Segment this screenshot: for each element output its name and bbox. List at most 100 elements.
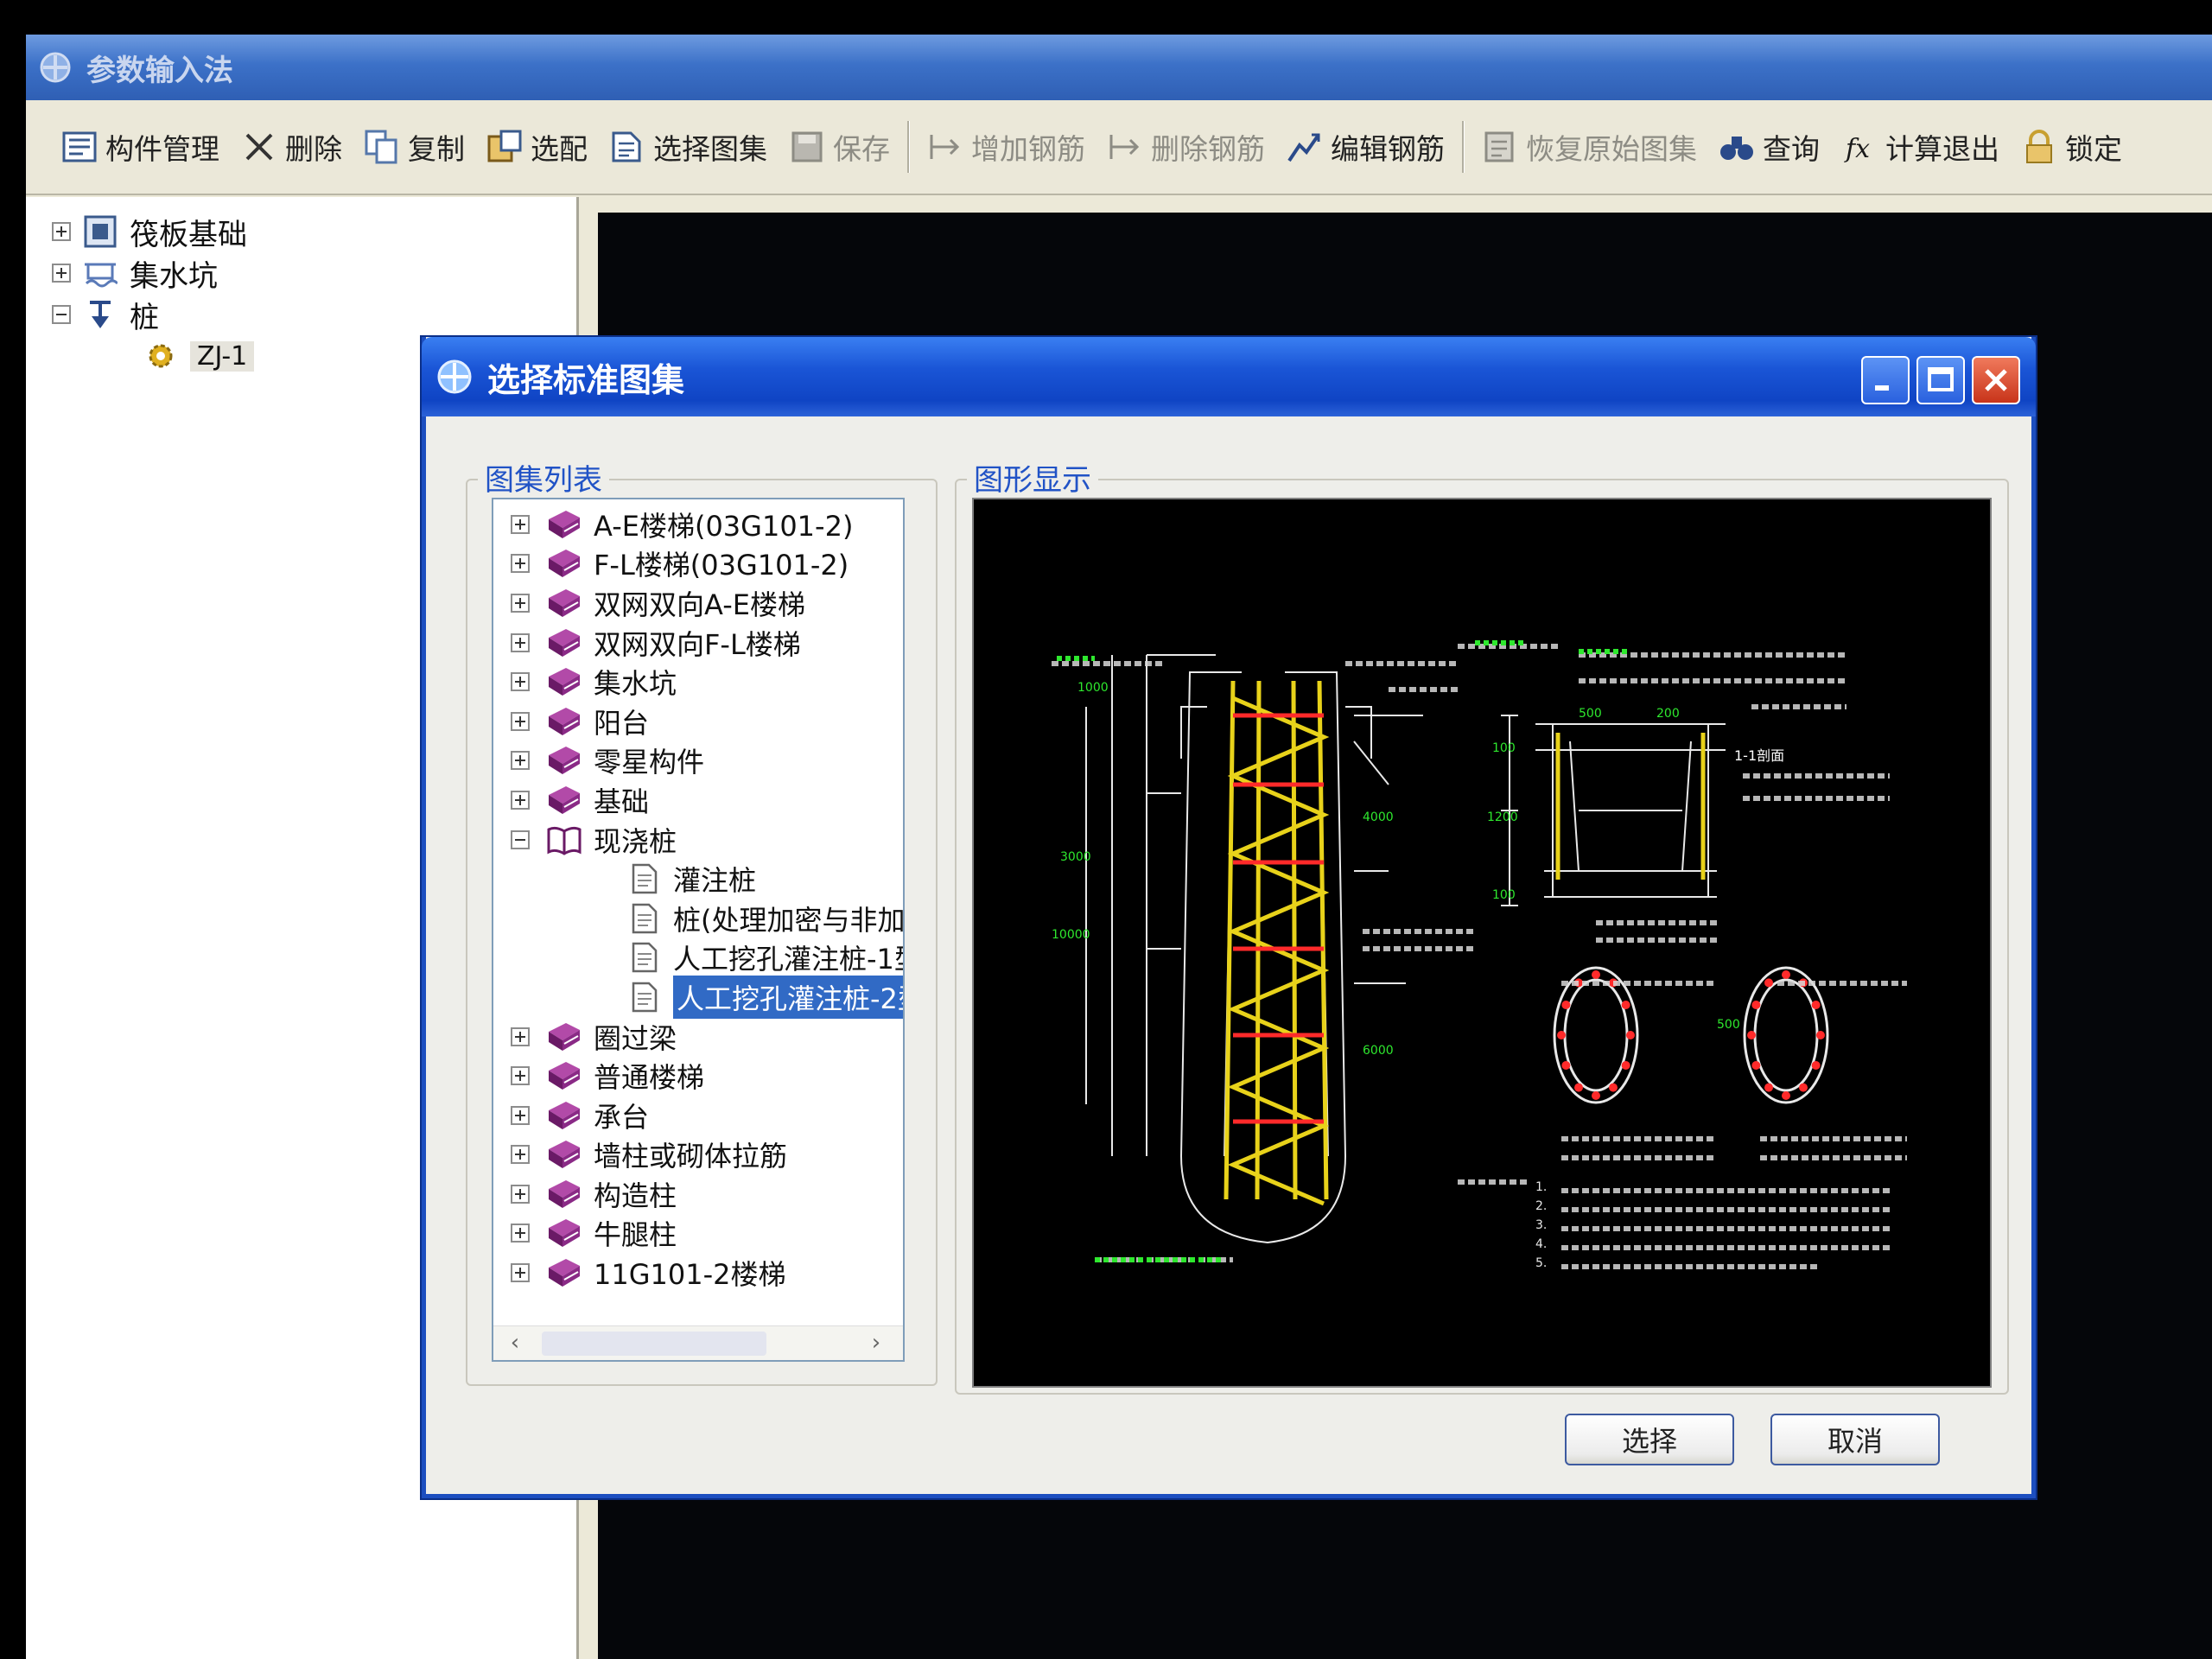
calculate-exit-button[interactable]: fx 计算退出 (1830, 117, 2010, 177)
rebar-dot (1592, 1091, 1600, 1100)
toolbar-label: 选配 (531, 132, 588, 166)
atlas-list-item[interactable]: 人工挖孔灌注桩-2型 (493, 975, 903, 1019)
rebar-dot (1764, 978, 1773, 988)
tree-item-label: 桩 (130, 300, 159, 335)
atlas-list-item[interactable]: 11G101-2楼梯 (493, 1253, 903, 1293)
rebar-dot (1561, 1061, 1571, 1070)
cancel-button[interactable]: 取消 (1770, 1414, 1940, 1465)
tree-item-pile[interactable]: 桩 (52, 294, 576, 335)
expand-icon[interactable] (511, 1027, 530, 1046)
minimize-button[interactable] (1861, 356, 1910, 404)
select-button[interactable]: 选择 (1565, 1414, 1734, 1465)
scroll-left-icon[interactable]: ‹ (502, 1330, 528, 1356)
rebar-dot (1764, 1083, 1773, 1092)
leader-lines (1052, 644, 1907, 1269)
atlas-list-item-label: F-L楼梯(03G101-2) (594, 549, 849, 582)
expand-icon[interactable] (511, 751, 530, 771)
maximize-icon (1928, 367, 1954, 391)
scroll-right-icon[interactable]: › (863, 1330, 889, 1356)
atlas-list-item[interactable]: 墙柱或砌体拉筋 (493, 1135, 903, 1175)
rebar-dot (1621, 1061, 1630, 1070)
atlas-list-item[interactable]: A-E楼梯(03G101-2) (493, 505, 903, 544)
rebar-dot (1557, 1031, 1566, 1039)
edit-rebar-button[interactable]: 编辑钢筋 (1275, 117, 1455, 177)
atlas-list-item[interactable]: 基础 (493, 780, 903, 820)
expand-icon[interactable] (511, 1184, 530, 1204)
save-button[interactable]: 保存 (778, 117, 900, 177)
atlas-list-item[interactable]: 桩(处理加密与非加 (493, 899, 903, 938)
dialog-titlebar: 选择标准图集 (422, 337, 2036, 416)
expand-icon[interactable] (511, 711, 530, 731)
collapse-icon[interactable] (511, 830, 530, 849)
delete-button[interactable]: 删除 (230, 117, 353, 177)
book-icon (549, 1179, 580, 1208)
delete-rebar-button[interactable]: 删除钢筋 (1096, 117, 1275, 177)
select-match-button[interactable]: 选配 (475, 117, 598, 177)
open-book-icon (547, 826, 582, 855)
atlas-list-item[interactable]: F-L楼梯(03G101-2) (493, 544, 903, 584)
add-rebar-button[interactable]: 增加钢筋 (916, 117, 1096, 177)
plan-dim-5: 200 (1656, 707, 1680, 721)
atlas-list-item[interactable]: 双网双向A-E楼梯 (493, 583, 903, 623)
expand-icon[interactable] (52, 264, 71, 283)
atlas-list-group-label: 图集列表 (478, 456, 609, 499)
atlas-list-tree[interactable]: A-E楼梯(03G101-2) F-L楼梯(03G101-2) 双网双向A-E楼梯双… (492, 498, 905, 1362)
select-atlas-button[interactable]: 选择图集 (598, 117, 778, 177)
expand-icon[interactable] (511, 1263, 530, 1283)
component-manager-button[interactable]: 构件管理 (50, 117, 230, 177)
atlas-list-item[interactable]: 零星构件 (493, 741, 903, 781)
document-icon (632, 863, 658, 894)
restore-atlas-button[interactable]: 恢复原始图集 (1471, 117, 1707, 177)
expand-icon[interactable] (511, 1066, 530, 1086)
book-icon (549, 747, 580, 775)
expand-icon[interactable] (511, 1224, 530, 1243)
atlas-list-item[interactable]: 构造柱 (493, 1174, 903, 1214)
expand-icon[interactable] (511, 790, 530, 810)
copy-button[interactable]: 复制 (353, 117, 475, 177)
atlas-list-item-label: 现浇桩 (594, 824, 677, 858)
atlas-list-item[interactable]: 牛腿柱 (493, 1214, 903, 1254)
minimize-icon (1875, 385, 1889, 391)
lock-button[interactable]: 锁定 (2010, 117, 2133, 177)
drawing-annotations: 1000 3000 10000 4000 6000 100 1200 100 5… (1052, 681, 1784, 1270)
book-icon (549, 550, 580, 578)
rebar-dot (1811, 1061, 1821, 1070)
atlas-list-item[interactable]: 现浇桩 (493, 820, 903, 860)
figure-preview: 1000 3000 10000 4000 6000 100 1200 100 5… (972, 498, 1992, 1388)
atlas-list-item[interactable]: 人工挖孔灌注桩-1型 (493, 938, 903, 978)
atlas-list-item-label: 灌注桩 (673, 864, 757, 898)
tree-item-raft-foundation[interactable]: 筏板基础 (52, 211, 576, 252)
atlas-list-item[interactable]: 灌注桩 (493, 859, 903, 899)
collapse-icon[interactable] (52, 305, 71, 324)
atlas-list-item[interactable]: 阳台 (493, 702, 903, 741)
atlas-list-item[interactable]: 承台 (493, 1096, 903, 1135)
tree-item-sump-pit[interactable]: 集水坑 (52, 252, 576, 294)
save-icon (791, 131, 823, 162)
expand-icon[interactable] (511, 1105, 530, 1125)
horizontal-scrollbar[interactable]: ‹ › (493, 1325, 903, 1360)
expand-icon[interactable] (511, 514, 530, 534)
atlas-list-item-label: A-E楼梯(03G101-2) (594, 509, 854, 543)
expand-icon[interactable] (511, 1145, 530, 1165)
scrollbar-thumb[interactable] (542, 1332, 766, 1356)
atlas-list-item[interactable]: 普通楼梯 (493, 1056, 903, 1096)
elevation-dim-3: 10000 (1052, 928, 1090, 942)
atlas-list-item[interactable]: 圈过梁 (493, 1017, 903, 1057)
toolbar-label: 构件管理 (105, 132, 219, 166)
query-button[interactable]: 查询 (1707, 117, 1830, 177)
expand-icon[interactable] (511, 632, 530, 652)
expand-icon[interactable] (511, 672, 530, 692)
tree-item-label: ZJ-1 (190, 340, 255, 372)
maximize-button[interactable] (1916, 356, 1965, 404)
delete-rebar-icon (1109, 135, 1140, 159)
atlas-list-item[interactable]: 双网双向F-L楼梯 (493, 623, 903, 663)
expand-icon[interactable] (511, 593, 530, 613)
atlas-list-item[interactable]: 集水坑 (493, 662, 903, 702)
rebar-cage (1224, 680, 1330, 1206)
add-rebar-icon (930, 135, 960, 159)
book-icon (549, 668, 580, 696)
expand-icon[interactable] (511, 554, 530, 574)
expand-icon[interactable] (52, 222, 71, 241)
close-button[interactable] (1972, 356, 2020, 404)
atlas-list-item-label: 双网双向A-E楼梯 (594, 588, 805, 621)
